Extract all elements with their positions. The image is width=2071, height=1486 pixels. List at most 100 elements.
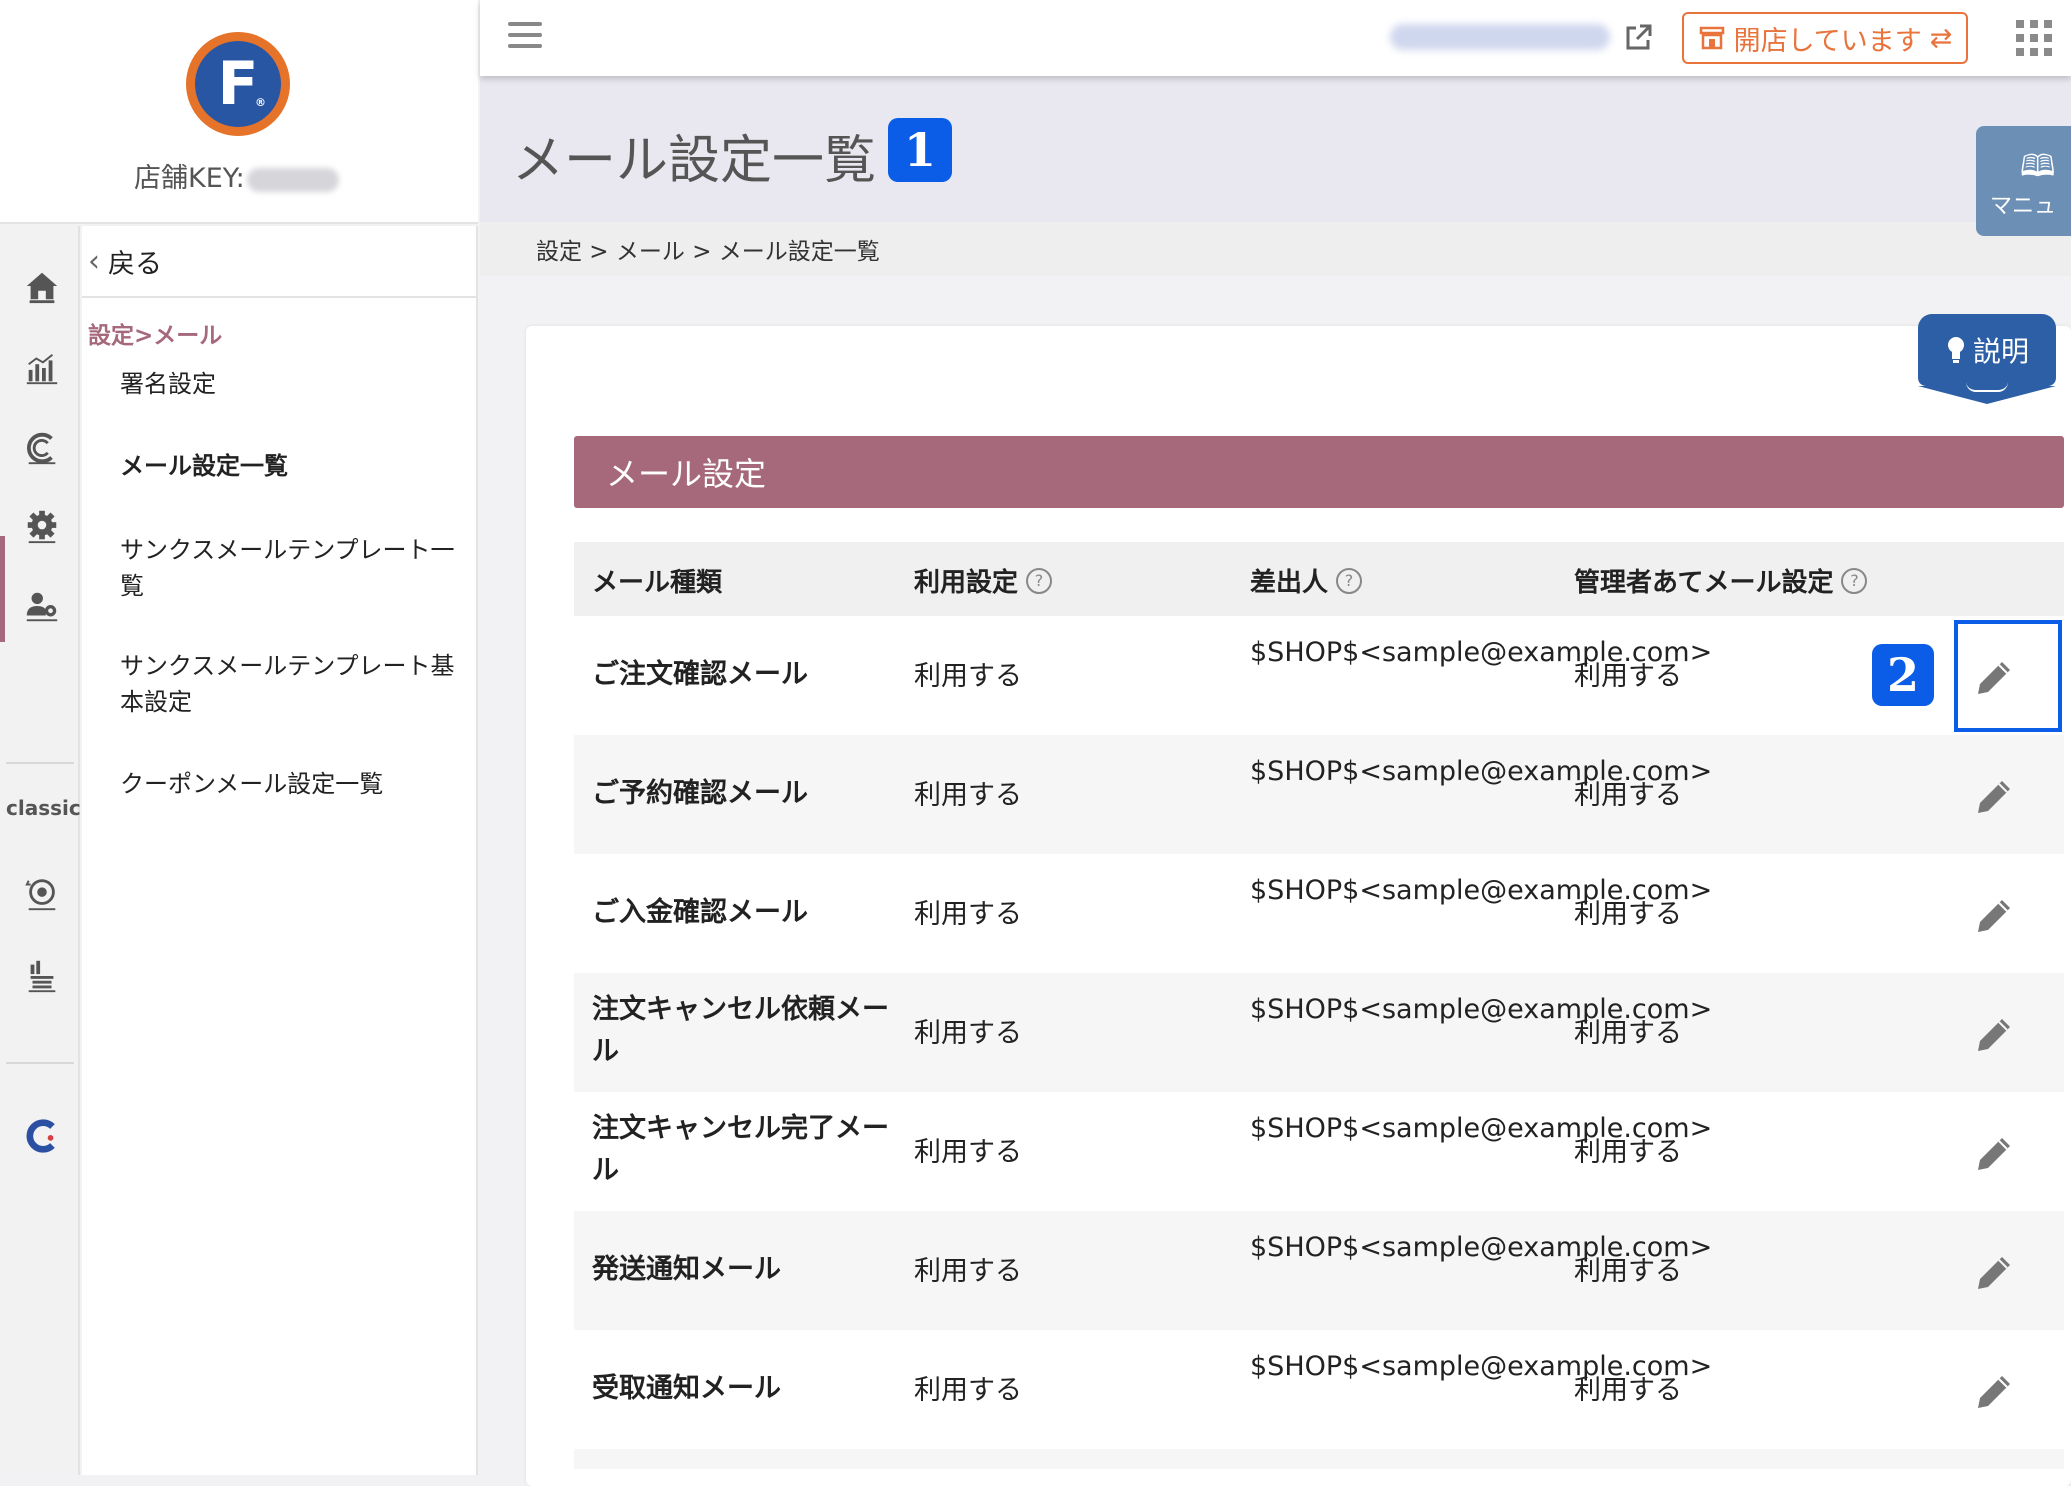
pencil-icon[interactable] bbox=[1972, 894, 2016, 938]
usage-value: 利用する bbox=[914, 899, 1022, 930]
analytics-icon[interactable] bbox=[22, 348, 62, 388]
table-row: ご注文確認メール 利用する $SHOP$<sample@example.com>… bbox=[574, 616, 2064, 735]
open-status-label: 開店しています bbox=[1733, 25, 1922, 57]
icon-rail: classic bbox=[0, 226, 81, 1475]
usage-value: 利用する bbox=[914, 661, 1022, 692]
mail-kind: ご入金確認メール bbox=[592, 897, 808, 928]
classic-report-icon[interactable] bbox=[22, 956, 62, 996]
usage-value: 利用する bbox=[914, 780, 1022, 811]
rail-divider-2 bbox=[6, 1062, 74, 1064]
home-icon[interactable] bbox=[22, 266, 62, 306]
sender-value: $SHOP$<sample@example.com> bbox=[1250, 1113, 1713, 1144]
shop-key-label: 店舗KEY: bbox=[134, 163, 245, 194]
mail-kind: ご予約確認メール bbox=[592, 778, 808, 809]
pencil-icon[interactable] bbox=[1972, 1251, 2016, 1295]
table-row: 発送通知メール 利用する $SHOP$<sample@example.com> … bbox=[574, 1211, 2064, 1330]
table-row-partial bbox=[574, 1449, 2064, 1469]
table-row: 注文キャンセル依頼メール 利用する $SHOP$<sample@example.… bbox=[574, 973, 2064, 1092]
admin-mail-value: 利用する bbox=[1574, 899, 1682, 930]
user-settings-icon[interactable] bbox=[22, 586, 62, 626]
help-question-icon[interactable]: ? bbox=[1841, 567, 1868, 594]
submenu-section-title: 設定>メール bbox=[88, 323, 223, 349]
chevron-down-icon bbox=[1966, 382, 2008, 392]
admin-mail-value: 利用する bbox=[1574, 1375, 1682, 1406]
header-sender: 差出人? bbox=[1250, 562, 1363, 599]
admin-mail-value: 利用する bbox=[1574, 661, 1682, 692]
mail-settings-table: メール種類 利用設定? 差出人? 管理者あてメール設定? ご注文確認メール 利用… bbox=[574, 542, 2064, 1469]
sender-value: $SHOP$<sample@example.com> bbox=[1250, 994, 1713, 1025]
table-row: 注文キャンセル完了メール 利用する $SHOP$<sample@example.… bbox=[574, 1092, 2064, 1211]
logo-registered-mark: ® bbox=[255, 96, 266, 109]
coupon-c-icon[interactable] bbox=[22, 428, 62, 468]
sender-value: $SHOP$<sample@example.com> bbox=[1250, 1232, 1713, 1263]
sender-value: $SHOP$<sample@example.com> bbox=[1250, 875, 1713, 906]
admin-mail-value: 利用する bbox=[1574, 1137, 1682, 1168]
page-title: メール設定一覧 bbox=[512, 131, 877, 191]
apps-grid-icon[interactable] bbox=[2016, 20, 2052, 56]
brand-logo[interactable]: F ® bbox=[186, 32, 290, 136]
mail-kind: 注文キャンセル依頼メール bbox=[592, 994, 889, 1067]
lightbulb-icon bbox=[1947, 337, 1964, 363]
header-usage: 利用設定? bbox=[914, 562, 1053, 599]
help-label: 説明 bbox=[1972, 335, 2029, 368]
submenu-item-mail-list[interactable]: メール設定一覧 bbox=[120, 448, 460, 484]
submenu-item-thanks-template-basic[interactable]: サンクスメールテンプレート基本設定 bbox=[120, 648, 460, 720]
pencil-icon[interactable] bbox=[1972, 1132, 2016, 1176]
submenu-item-coupon-mail[interactable]: クーポンメール設定一覧 bbox=[120, 766, 460, 802]
page-header: メール設定一覧 bbox=[480, 76, 2071, 222]
brand-c-icon[interactable] bbox=[22, 1116, 62, 1156]
table-row: ご入金確認メール 利用する $SHOP$<sample@example.com>… bbox=[574, 854, 2064, 973]
shop-key-value-redacted bbox=[246, 167, 339, 192]
step-badge-1: 1 bbox=[888, 118, 952, 182]
sender-value: $SHOP$<sample@example.com> bbox=[1250, 1351, 1713, 1382]
header-label: 差出人 bbox=[1250, 568, 1329, 598]
classic-settings-icon[interactable] bbox=[22, 874, 62, 914]
admin-mail-value: 利用する bbox=[1574, 1256, 1682, 1287]
header-label: メール種類 bbox=[592, 568, 723, 598]
chevron-left-icon: ‹ bbox=[88, 243, 100, 279]
table-row: ご予約確認メール 利用する $SHOP$<sample@example.com>… bbox=[574, 735, 2064, 854]
header-mail-kind: メール種類 bbox=[592, 562, 722, 599]
section-title-bar: メール設定 bbox=[574, 436, 2064, 508]
back-button[interactable]: ‹ 戻る bbox=[82, 226, 478, 298]
mail-kind: ご注文確認メール bbox=[592, 659, 808, 690]
manual-label: マニュ bbox=[1990, 194, 2057, 219]
back-label: 戻る bbox=[108, 248, 162, 280]
table-row: 受取通知メール 利用する $SHOP$<sample@example.com> … bbox=[574, 1330, 2064, 1449]
hamburger-menu-icon[interactable] bbox=[508, 22, 542, 52]
logo-panel: F ® 店舗KEY: bbox=[0, 0, 478, 224]
rail-divider bbox=[6, 762, 74, 764]
mail-kind: 注文キャンセル完了メール bbox=[592, 1113, 889, 1186]
section-title: メール設定 bbox=[606, 455, 767, 493]
usage-value: 利用する bbox=[914, 1018, 1022, 1049]
usage-value: 利用する bbox=[914, 1137, 1022, 1168]
settings-gear-icon[interactable] bbox=[22, 506, 62, 546]
sender-value: $SHOP$<sample@example.com> bbox=[1250, 756, 1713, 787]
help-question-icon[interactable]: ? bbox=[1336, 567, 1363, 594]
sender-value: $SHOP$<sample@example.com> bbox=[1250, 637, 1713, 668]
shop-url-redacted[interactable] bbox=[1390, 24, 1610, 50]
open-status-button[interactable]: 開店しています ⇄ bbox=[1682, 12, 1968, 64]
manual-button[interactable]: 🕮 マニュ bbox=[1976, 126, 2071, 236]
pencil-icon[interactable] bbox=[1972, 775, 2016, 819]
help-question-icon[interactable]: ? bbox=[1026, 567, 1053, 594]
admin-mail-value: 利用する bbox=[1574, 1018, 1682, 1049]
header-label: 利用設定 bbox=[914, 568, 1019, 598]
classic-label: classic bbox=[6, 796, 81, 820]
submenu-item-thanks-template-list[interactable]: サンクスメールテンプレート一覧 bbox=[120, 532, 460, 604]
usage-value: 利用する bbox=[914, 1256, 1022, 1287]
table-header: メール種類 利用設定? 差出人? 管理者あてメール設定? bbox=[574, 542, 2064, 616]
help-button[interactable]: 説明 bbox=[1918, 314, 2056, 404]
submenu-item-signature[interactable]: 署名設定 bbox=[120, 366, 460, 402]
pencil-icon[interactable] bbox=[1972, 656, 2016, 700]
pencil-icon[interactable] bbox=[1972, 1370, 2016, 1414]
external-link-icon[interactable] bbox=[1622, 22, 1654, 54]
shop-front-icon bbox=[1699, 26, 1724, 50]
mail-kind: 受取通知メール bbox=[592, 1373, 781, 1404]
shop-key: 店舗KEY: bbox=[134, 156, 339, 195]
settings-submenu: ‹ 戻る 設定>メール 署名設定 メール設定一覧 サンクスメールテンプレート一覧 … bbox=[82, 226, 478, 1475]
logo-letter: F bbox=[217, 49, 259, 119]
admin-mail-value: 利用する bbox=[1574, 780, 1682, 811]
rail-active-indicator bbox=[0, 536, 5, 642]
pencil-icon[interactable] bbox=[1972, 1013, 2016, 1057]
